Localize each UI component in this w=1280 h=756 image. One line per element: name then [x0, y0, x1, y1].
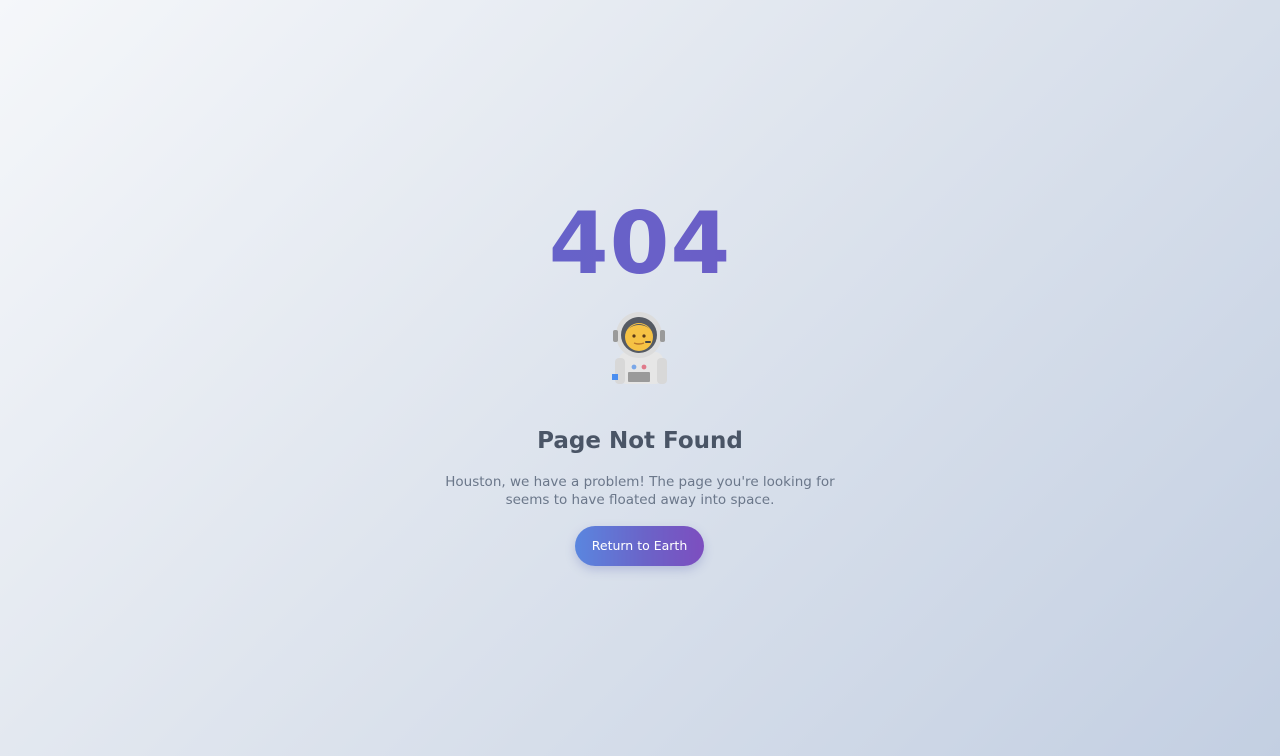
error-page: 404 Page Not Found Houston, we have a pr… — [0, 0, 1280, 756]
astronaut-icon — [605, 310, 673, 386]
error-message: Houston, we have a problem! The page you… — [445, 474, 835, 508]
error-code: 404 — [0, 192, 1280, 296]
return-home-button[interactable]: Return to Earth — [575, 526, 704, 566]
page-title: Page Not Found — [537, 428, 743, 454]
